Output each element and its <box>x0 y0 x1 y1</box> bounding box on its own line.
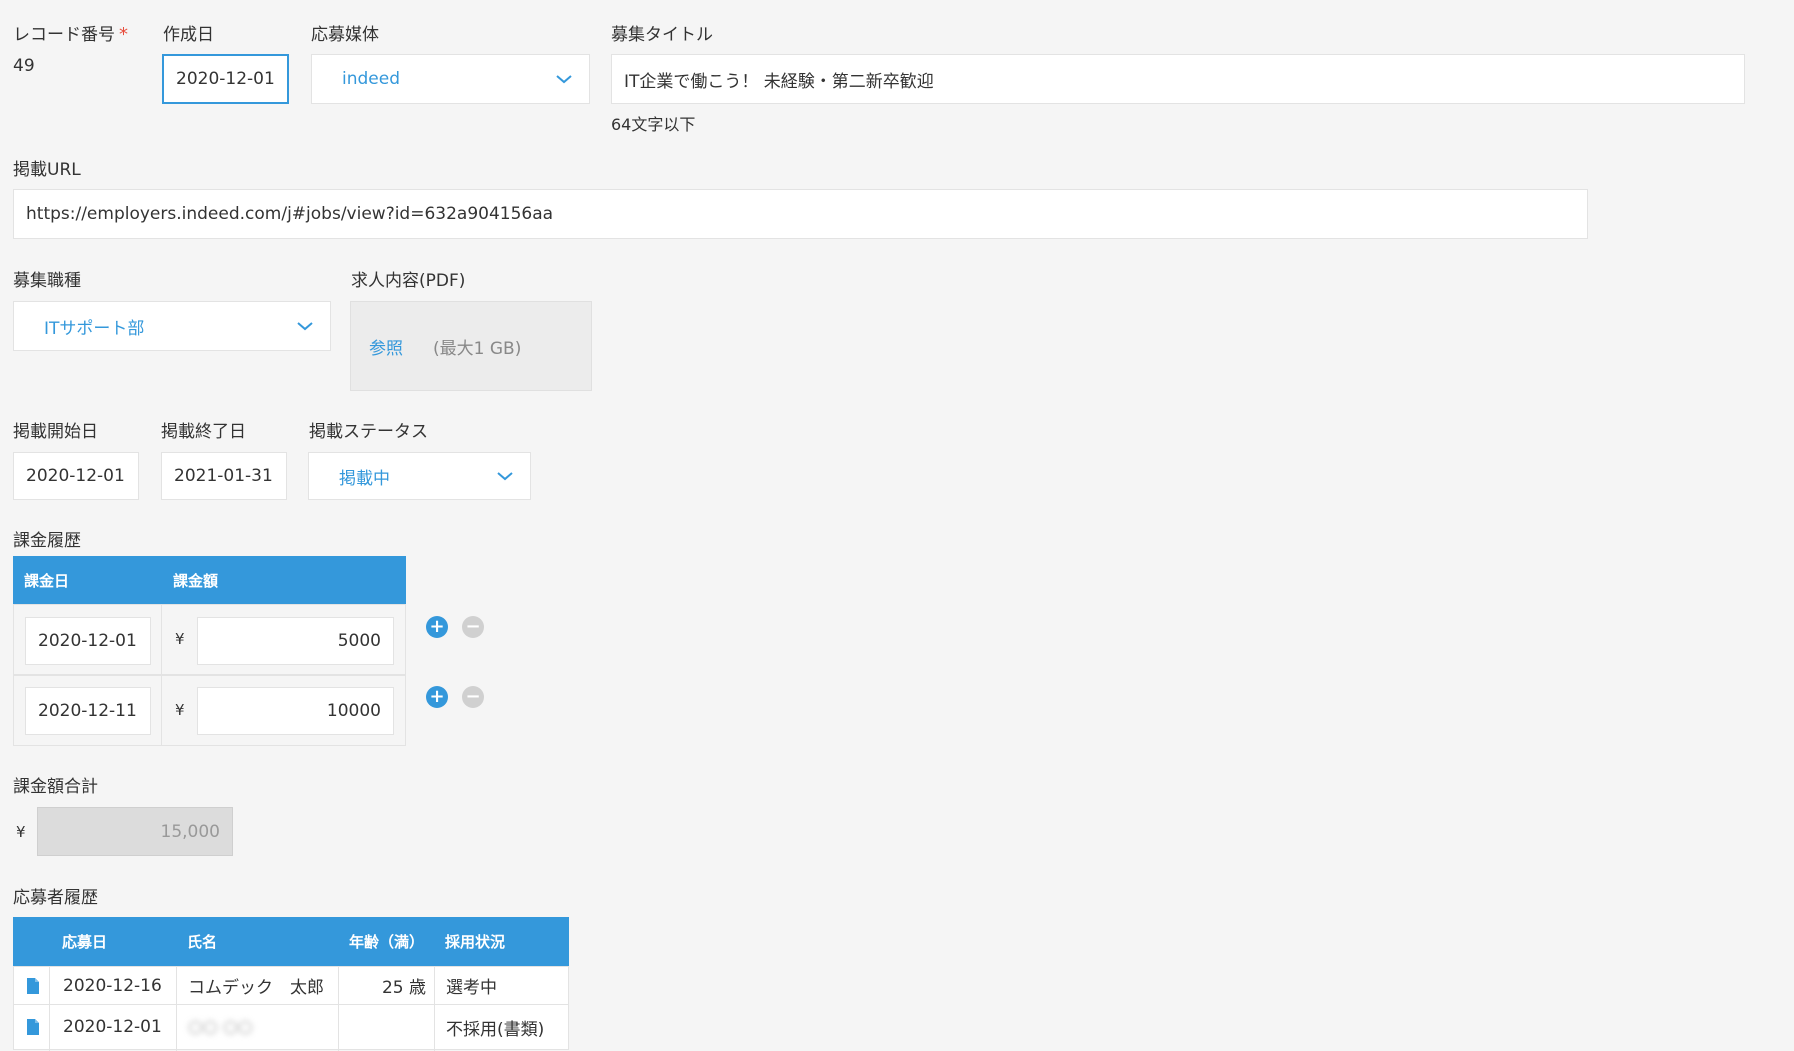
applicants-table-header: 応募日 氏名 年齢（満） 採用状況 <box>13 917 569 966</box>
status-label: 掲載ステータス <box>309 422 428 442</box>
remove-row-symbol: − <box>465 616 481 637</box>
url-input[interactable]: https://employers.indeed.com/j#jobs/view… <box>13 189 1588 239</box>
applicant-status: 選考中 <box>446 978 497 998</box>
add-row-symbol: + <box>429 616 445 637</box>
media-label: 応募媒体 <box>311 25 379 45</box>
record-number-value: 49 <box>13 56 35 76</box>
applicants-table-body: 2020-12-16 コムデック 太郎 25 歳 選考中 2020-12-01 … <box>13 966 569 1051</box>
end-date-label: 掲載終了日 <box>161 422 246 442</box>
pdf-size-note: (最大1 GB) <box>433 338 522 359</box>
created-date-value: 2020-12-01 <box>176 69 275 89</box>
record-number-label-text: レコード番号 <box>13 25 115 45</box>
add-row-button[interactable]: + <box>426 686 448 708</box>
applicant-date: 2020-12-16 <box>63 975 162 996</box>
start-date-input[interactable]: 2020-12-01 <box>13 452 139 500</box>
required-mark: * <box>119 24 128 45</box>
job-title-input[interactable]: IT企業で働こう！ 未経験・第二新卒歓迎 <box>611 54 1745 104</box>
billing-label: 課金履歴 <box>13 531 81 551</box>
job-title-hint: 64文字以下 <box>611 115 696 134</box>
remove-row-button[interactable]: − <box>462 686 484 708</box>
billing-row-2-date-input[interactable]: 2020-12-11 <box>25 687 151 735</box>
pdf-browse-link[interactable]: 参照 <box>369 334 403 359</box>
status-value: 掲載中 <box>339 468 390 489</box>
chevron-down-icon <box>497 472 513 481</box>
created-date-label: 作成日 <box>163 25 214 45</box>
status-select[interactable]: 掲載中 <box>308 452 531 500</box>
applicant-date: 2020-12-01 <box>63 1017 162 1037</box>
job-type-value: ITサポート部 <box>44 318 145 339</box>
billing-row-1-date: 2020-12-01 <box>38 631 137 651</box>
remove-row-button[interactable]: − <box>462 616 484 638</box>
applicant-name: コムデック 太郎 <box>188 978 324 998</box>
job-type-label: 募集職種 <box>13 271 81 291</box>
job-type-select[interactable]: ITサポート部 <box>13 301 331 351</box>
chevron-down-icon <box>297 322 313 331</box>
start-date-label: 掲載開始日 <box>13 422 98 442</box>
applicants-header-status: 採用状況 <box>445 933 506 951</box>
add-row-button[interactable]: + <box>426 616 448 638</box>
applicants-header-age: 年齢（満） <box>349 933 425 951</box>
url-label: 掲載URL <box>13 160 81 180</box>
chevron-down-icon <box>556 75 572 84</box>
table-row[interactable]: 2020-12-01 ○○ ○○ 不採用(書類) <box>14 1005 568 1049</box>
remove-row-symbol: − <box>465 686 481 707</box>
applicants-label: 応募者履歴 <box>13 888 98 908</box>
billing-total-label: 課金額合計 <box>13 777 98 797</box>
start-date-value: 2020-12-01 <box>26 466 125 486</box>
url-value: https://employers.indeed.com/j#jobs/view… <box>26 204 554 224</box>
media-value: indeed <box>342 69 400 89</box>
billing-row-1-amount: 5000 <box>337 631 381 651</box>
applicants-header-date: 応募日 <box>62 933 108 951</box>
table-row[interactable]: 2020-12-16 コムデック 太郎 25 歳 選考中 <box>14 967 568 1005</box>
applicant-status: 不採用(書類) <box>446 1019 545 1040</box>
document-icon[interactable] <box>26 967 40 1004</box>
job-title-label: 募集タイトル <box>611 25 713 45</box>
billing-header-date: 課金日 <box>24 571 70 590</box>
billing-total-value: 15,000 <box>37 807 233 856</box>
record-number-label: レコード番号 * <box>13 20 128 45</box>
billing-row-1-currency: ¥ <box>175 630 185 648</box>
applicant-name-blurred: ○○ ○○ <box>188 1017 253 1037</box>
applicants-header-name: 氏名 <box>187 933 218 951</box>
billing-row-1-date-input[interactable]: 2020-12-01 <box>25 617 151 665</box>
applicant-age <box>338 1005 426 1049</box>
job-title-value: IT企業で働こう！ 未経験・第二新卒歓迎 <box>624 71 934 92</box>
document-icon[interactable] <box>26 1005 40 1049</box>
add-row-symbol: + <box>429 686 445 707</box>
billing-row-2-currency: ¥ <box>175 701 185 719</box>
billing-table-header: 課金日 課金額 <box>13 556 406 604</box>
billing-header-amount: 課金額 <box>173 571 219 590</box>
billing-row-1-amount-input[interactable]: 5000 <box>197 617 394 665</box>
created-date-input[interactable]: 2020-12-01 <box>162 54 289 104</box>
media-select[interactable]: indeed <box>311 54 590 104</box>
pdf-upload-area[interactable]: 参照 (最大1 GB) <box>350 301 592 391</box>
billing-row-2-amount-input[interactable]: 10000 <box>197 687 394 735</box>
end-date-value: 2021-01-31 <box>174 466 273 486</box>
end-date-input[interactable]: 2021-01-31 <box>161 452 287 500</box>
billing-total-currency: ¥ <box>16 823 26 841</box>
billing-total-text: 15,000 <box>160 821 220 842</box>
billing-row-2-amount: 10000 <box>326 701 381 721</box>
billing-row-2-date: 2020-12-11 <box>38 701 137 721</box>
pdf-label: 求人内容(PDF) <box>351 271 466 291</box>
applicant-age: 25 歳 <box>381 978 426 998</box>
